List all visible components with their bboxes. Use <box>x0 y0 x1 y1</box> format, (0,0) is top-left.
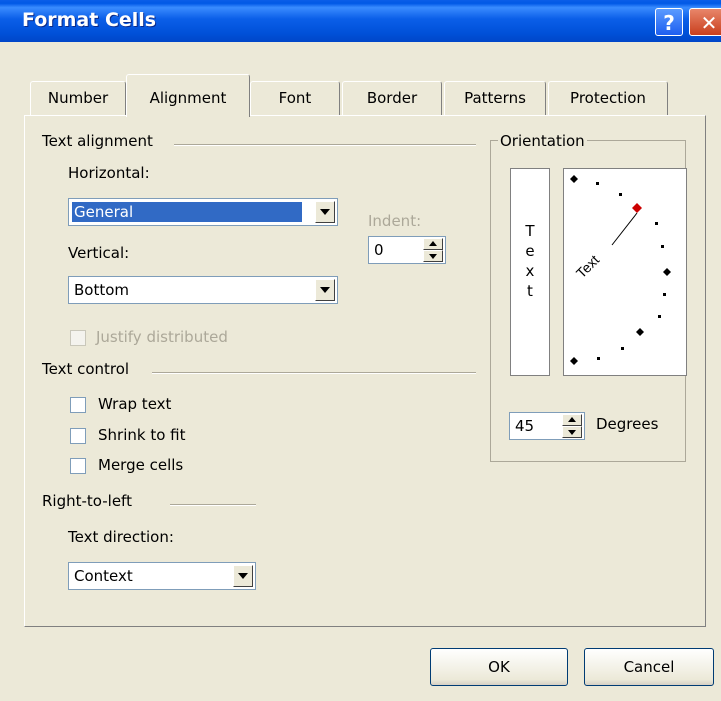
dial-marker-minus90 <box>570 357 578 365</box>
orientation-group-label: Orientation <box>498 132 587 150</box>
close-button[interactable]: ✕ <box>689 8 721 36</box>
dial-tick-dots <box>596 182 666 360</box>
shrink-to-fit-checkbox[interactable] <box>70 428 86 444</box>
justify-distributed-checkbox[interactable] <box>70 330 86 346</box>
ok-button[interactable]: OK <box>430 648 568 686</box>
divider <box>170 504 256 506</box>
tab-alignment[interactable]: Alignment <box>126 74 250 117</box>
right-to-left-group-label: Right-to-left <box>40 492 134 510</box>
orientation-pointer-line <box>611 212 638 246</box>
degrees-label: Degrees <box>596 415 659 433</box>
horizontal-label: Horizontal: <box>68 164 150 182</box>
wrap-text-label[interactable]: Wrap text <box>98 395 171 413</box>
shrink-to-fit-label[interactable]: Shrink to fit <box>98 426 185 444</box>
orientation-marker-selected[interactable] <box>632 203 642 213</box>
help-button[interactable]: ? <box>655 8 683 36</box>
wrap-text-checkbox[interactable] <box>70 397 86 413</box>
horizontal-select[interactable]: General <box>68 198 338 226</box>
merge-cells-label[interactable]: Merge cells <box>98 456 183 474</box>
divider <box>174 144 476 146</box>
text-direction-label: Text direction: <box>68 528 174 546</box>
vertical-text-letter: x <box>525 262 535 280</box>
indent-label: Indent: <box>368 212 422 230</box>
divider <box>152 372 476 374</box>
tab-number[interactable]: Number <box>30 81 126 115</box>
orientation-dial-graphic: Text <box>570 175 671 365</box>
vertical-text-letter: t <box>527 282 533 300</box>
chevron-down-icon[interactable] <box>315 201 335 223</box>
justify-distributed-label: Justify distributed <box>96 328 228 346</box>
merge-cells-checkbox[interactable] <box>70 458 86 474</box>
vertical-label: Vertical: <box>68 244 130 262</box>
text-direction-selected-value: Context <box>74 567 133 585</box>
orientation-dial-text: Text <box>573 252 603 282</box>
tab-protection[interactable]: Protection <box>548 81 668 115</box>
window-title: Format Cells <box>22 9 157 31</box>
degrees-value: 45 <box>515 417 535 435</box>
vertical-text-orientation[interactable]: T e x t <box>510 168 550 376</box>
text-direction-select[interactable]: Context <box>68 562 256 590</box>
chevron-down-icon[interactable] <box>315 279 335 301</box>
spin-up-icon[interactable] <box>562 414 582 426</box>
indent-spinner[interactable]: 0 <box>368 236 446 264</box>
text-alignment-group-label: Text alignment <box>40 132 155 150</box>
vertical-text-letter: T <box>525 222 535 240</box>
vertical-select[interactable]: Bottom <box>68 276 338 304</box>
dial-marker-minus45 <box>636 328 644 336</box>
spin-down-icon[interactable] <box>562 426 582 438</box>
orientation-dial[interactable]: Text <box>563 168 687 376</box>
horizontal-selected-value: General <box>72 202 302 222</box>
dial-marker-0 <box>663 268 671 276</box>
tab-patterns[interactable]: Patterns <box>444 81 546 115</box>
vertical-text-letter: e <box>525 242 535 260</box>
dial-marker-90 <box>570 175 578 183</box>
vertical-selected-value: Bottom <box>74 281 130 299</box>
cancel-button[interactable]: Cancel <box>584 648 714 686</box>
indent-value: 0 <box>374 241 384 259</box>
spin-up-icon[interactable] <box>423 238 443 250</box>
spin-down-icon[interactable] <box>423 250 443 262</box>
text-control-group-label: Text control <box>40 360 132 378</box>
tab-border[interactable]: Border <box>342 81 442 115</box>
degrees-spinner[interactable]: 45 <box>509 412 585 440</box>
tab-font[interactable]: Font <box>250 81 340 115</box>
chevron-down-icon[interactable] <box>233 565 253 587</box>
